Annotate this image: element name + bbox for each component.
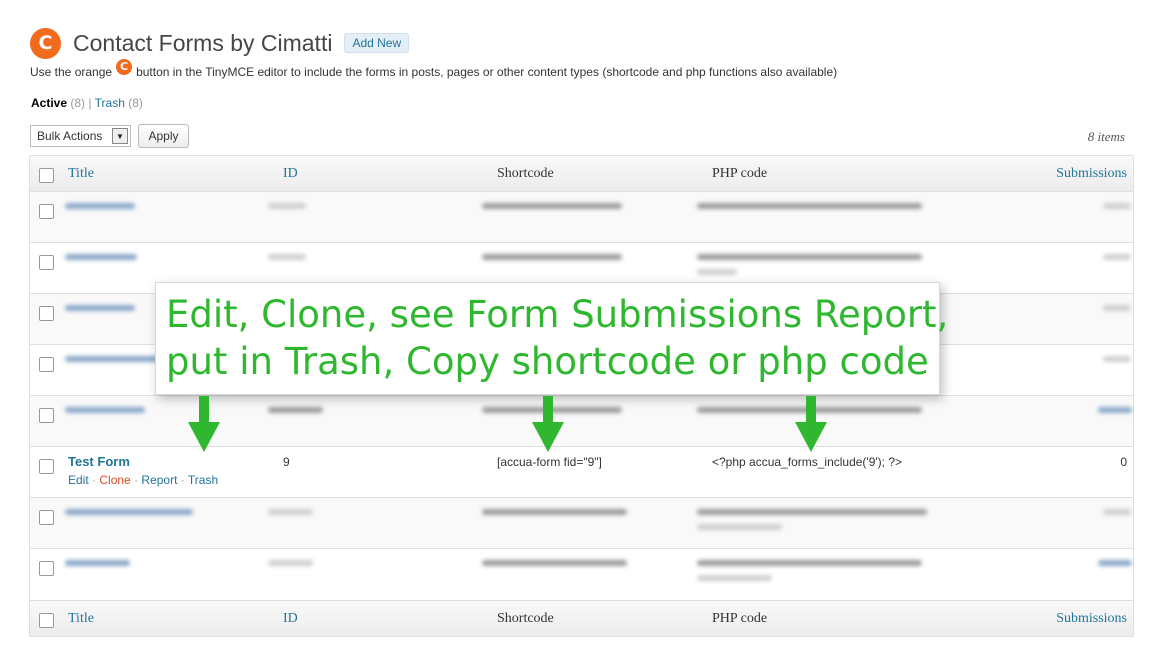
blurred-title[interactable]	[65, 560, 130, 566]
dropdown-arrow-icon: ▼	[112, 128, 128, 144]
row-checkbox[interactable]	[39, 561, 54, 576]
status-filter: Active (8) | Trash (8)	[31, 96, 143, 110]
form-id: 9	[283, 455, 290, 469]
page-title: Contact Forms by Cimatti	[73, 29, 333, 56]
column-shortcode: Shortcode	[497, 166, 554, 181]
blurred-submissions	[1103, 203, 1131, 209]
blurred-submissions	[1103, 305, 1131, 311]
blurred-submissions	[1098, 407, 1132, 413]
column-php-footer: PHP code	[712, 611, 768, 626]
blurred-title[interactable]	[65, 356, 160, 362]
blurred-submissions	[1103, 254, 1131, 260]
row-checkbox[interactable]	[39, 306, 54, 321]
blurred-id	[268, 560, 313, 566]
blurred-php	[697, 203, 922, 209]
cimatti-logo-icon: C	[30, 27, 61, 59]
column-id-footer[interactable]: ID	[283, 611, 298, 627]
blurred-id	[268, 509, 313, 515]
column-submissions-footer[interactable]: Submissions	[1056, 611, 1127, 627]
arrow-down-icon	[188, 396, 220, 452]
cimatti-button-icon: C	[116, 59, 133, 75]
arrow-down-icon	[795, 396, 827, 452]
row-checkbox[interactable]	[39, 357, 54, 372]
form-php-code[interactable]: <?php accua_forms_include('9'); ?>	[712, 455, 902, 469]
edit-link[interactable]: Edit	[68, 473, 89, 487]
page-header: C Contact Forms by Cimatti Add New	[30, 26, 410, 60]
blurred-php-wrap	[697, 524, 782, 530]
blurred-php	[697, 560, 922, 566]
blurred-shortcode	[482, 203, 622, 209]
table-row	[30, 549, 1133, 600]
blurred-title[interactable]	[65, 254, 137, 260]
column-id[interactable]: ID	[283, 166, 298, 182]
column-title[interactable]: Title	[68, 166, 94, 182]
blurred-php	[697, 254, 922, 260]
item-count: 8 items	[1087, 129, 1125, 144]
blurred-title[interactable]	[65, 509, 193, 515]
table-row	[30, 192, 1133, 243]
blurred-php-wrap	[697, 269, 737, 275]
table-header: Title ID Shortcode PHP code Submissions	[30, 156, 1133, 192]
column-title-footer[interactable]: Title	[68, 611, 94, 627]
blurred-id	[268, 203, 306, 209]
table-row	[30, 498, 1133, 549]
trash-link[interactable]: Trash	[188, 473, 218, 487]
column-submissions[interactable]: Submissions	[1056, 166, 1127, 182]
select-all-checkbox-footer[interactable]	[39, 613, 54, 628]
row-checkbox[interactable]	[39, 204, 54, 219]
row-checkbox[interactable]	[39, 408, 54, 423]
blurred-title[interactable]	[65, 407, 145, 413]
blurred-submissions	[1103, 356, 1131, 362]
blurred-php-wrap	[697, 575, 772, 581]
blurred-id	[268, 254, 306, 260]
column-shortcode-footer: Shortcode	[497, 611, 554, 626]
row-checkbox[interactable]	[39, 459, 54, 474]
blurred-id	[268, 407, 323, 413]
form-submissions: 0	[1120, 455, 1127, 469]
arrow-down-icon	[532, 396, 564, 452]
description-text: Use the orange C button in the TinyMCE e…	[30, 59, 838, 79]
blurred-title[interactable]	[65, 305, 135, 311]
filter-active[interactable]: Active	[31, 96, 67, 110]
callout-line-1: Edit, Clone, see Form Submissions Report…	[166, 293, 949, 336]
clone-link[interactable]: Clone	[99, 473, 130, 487]
table-footer: Title ID Shortcode PHP code Submissions	[30, 600, 1133, 636]
callout-line-2: put in Trash, Copy shortcode or php code	[166, 340, 929, 383]
column-php: PHP code	[712, 166, 768, 181]
annotation-callout: Edit, Clone, see Form Submissions Report…	[155, 282, 948, 395]
blurred-shortcode	[482, 560, 627, 566]
form-title-link[interactable]: Test Form	[68, 454, 130, 469]
blurred-shortcode	[482, 509, 627, 515]
blurred-shortcode	[482, 254, 622, 260]
form-shortcode[interactable]: [accua-form fid="9"]	[497, 455, 602, 469]
filter-trash[interactable]: Trash	[95, 96, 125, 110]
blurred-submissions	[1103, 509, 1131, 515]
row-checkbox[interactable]	[39, 255, 54, 270]
report-link[interactable]: Report	[141, 473, 177, 487]
add-new-button[interactable]: Add New	[344, 33, 410, 53]
blurred-submissions	[1098, 560, 1132, 566]
blurred-php	[697, 509, 927, 515]
row-checkbox[interactable]	[39, 510, 54, 525]
select-all-checkbox[interactable]	[39, 168, 54, 183]
apply-button[interactable]: Apply	[138, 124, 189, 148]
table-row-test-form: Test Form Edit · Clone · Report · Trash …	[30, 447, 1133, 498]
bulk-actions-select[interactable]: Bulk Actions ▼	[30, 125, 131, 147]
row-actions: Edit · Clone · Report · Trash	[68, 473, 219, 487]
blurred-title[interactable]	[65, 203, 135, 209]
